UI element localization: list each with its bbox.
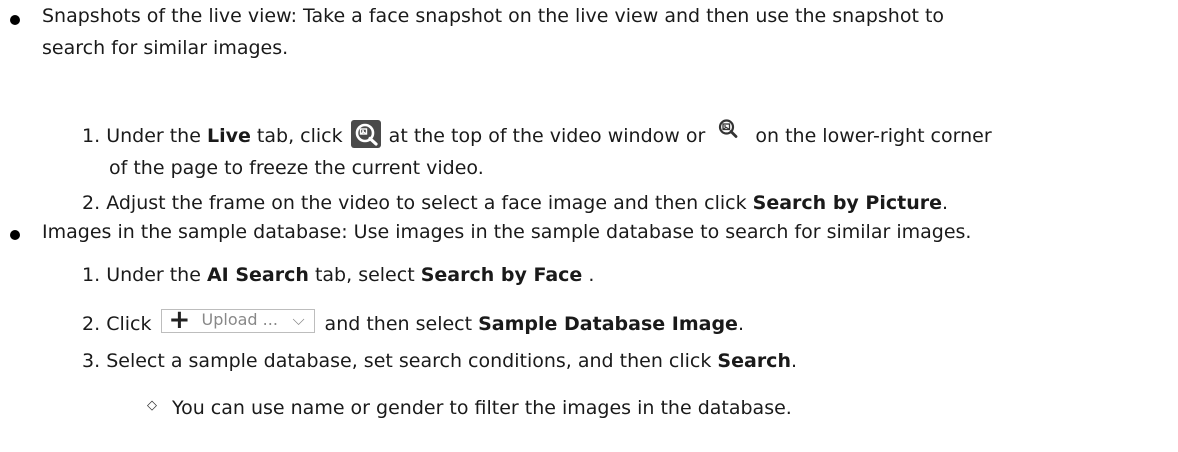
document-page: Snapshots of the live view: Take a face … <box>0 0 1178 452</box>
image-search-icon[interactable] <box>350 120 381 148</box>
sample-database-image-label: Sample Database Image <box>478 313 738 335</box>
bullet1-cont: search for similar images. <box>42 37 289 59</box>
bullet2-lead: Images in the sample database: Use image… <box>42 221 972 243</box>
sub-note: You can use name or gender to filter the… <box>172 397 792 419</box>
step-db-2: 2. Click + Upload ... ⌵ and then select Sa… <box>82 305 744 335</box>
ai-search-tab-label: AI Search <box>206 264 309 286</box>
live-tab-label: Live <box>206 125 251 147</box>
bullet1-lead: Snapshots of the live view: Take a face … <box>42 5 945 27</box>
search-by-face-label: Search by Face <box>420 264 583 286</box>
upload-button-label: Upload ... <box>201 310 278 329</box>
step-db-1: 1. Under the AI Search tab, select Searc… <box>82 264 595 286</box>
diamond-bullet-icon: ◇ <box>147 398 157 413</box>
plus-icon: + <box>168 305 191 335</box>
step-live-1: 1. Under the Live tab, click at the top … <box>82 118 992 150</box>
bullet-dot <box>10 230 20 240</box>
step-live-1-cont: of the page to freeze the current video. <box>109 157 484 179</box>
search-by-picture-label: Search by Picture <box>752 192 942 214</box>
chevron-down-icon: ⌵ <box>292 310 305 329</box>
upload-button[interactable]: + Upload ... ⌵ <box>160 305 315 335</box>
image-search-icon[interactable] <box>717 118 739 140</box>
bullet-dot <box>10 15 20 25</box>
search-label: Search <box>717 350 791 372</box>
step-live-2: 2. Adjust the frame on the video to sele… <box>82 192 949 214</box>
step-db-3: 3. Select a sample database, set search … <box>82 350 798 372</box>
